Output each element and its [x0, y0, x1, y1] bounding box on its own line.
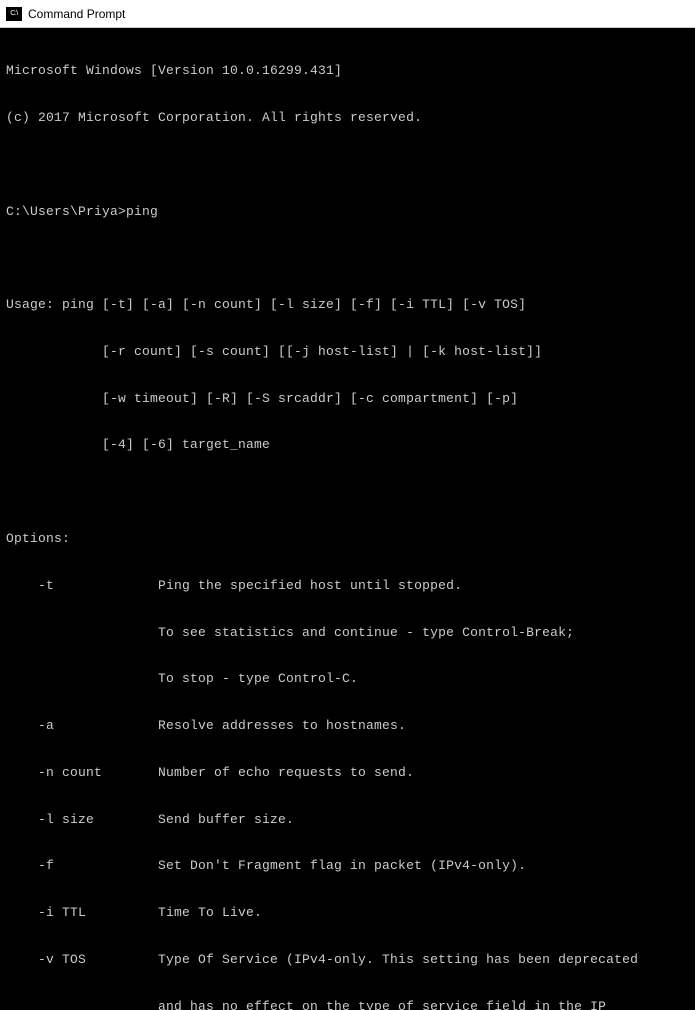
terminal-output[interactable]: Microsoft Windows [Version 10.0.16299.43… — [0, 28, 695, 1010]
terminal-line: Microsoft Windows [Version 10.0.16299.43… — [6, 63, 689, 79]
terminal-line: Options: — [6, 531, 689, 547]
terminal-line: [-w timeout] [-R] [-S srcaddr] [-c compa… — [6, 391, 689, 407]
window-title: Command Prompt — [28, 7, 125, 21]
terminal-line: [-r count] [-s count] [[-j host-list] | … — [6, 344, 689, 360]
terminal-line — [6, 484, 689, 500]
terminal-line: -t Ping the specified host until stopped… — [6, 578, 689, 594]
terminal-line: and has no effect on the type of service… — [6, 999, 689, 1010]
terminal-line: -a Resolve addresses to hostnames. — [6, 718, 689, 734]
terminal-line — [6, 157, 689, 173]
window-titlebar[interactable]: Command Prompt — [0, 0, 695, 28]
terminal-line: To see statistics and continue - type Co… — [6, 625, 689, 641]
terminal-line — [6, 250, 689, 266]
terminal-line: Usage: ping [-t] [-a] [-n count] [-l siz… — [6, 297, 689, 313]
terminal-line: [-4] [-6] target_name — [6, 437, 689, 453]
terminal-line: -l size Send buffer size. — [6, 812, 689, 828]
terminal-line: To stop - type Control-C. — [6, 671, 689, 687]
terminal-line: -n count Number of echo requests to send… — [6, 765, 689, 781]
cmd-icon — [6, 7, 22, 21]
terminal-line: -v TOS Type Of Service (IPv4-only. This … — [6, 952, 689, 968]
terminal-line: -f Set Don't Fragment flag in packet (IP… — [6, 858, 689, 874]
terminal-line: (c) 2017 Microsoft Corporation. All righ… — [6, 110, 689, 126]
terminal-line: -i TTL Time To Live. — [6, 905, 689, 921]
terminal-line: C:\Users\Priya>ping — [6, 204, 689, 220]
